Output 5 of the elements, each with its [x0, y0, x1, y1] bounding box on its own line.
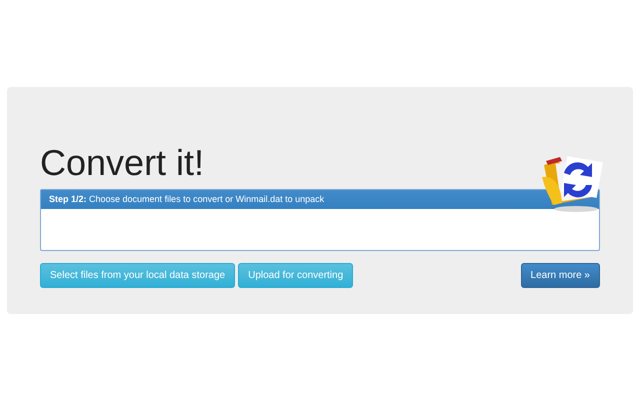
page-title: Convert it! [40, 143, 204, 185]
panel-heading: Step 1/2: Choose document files to convert or Winmail.dat to unpack [41, 190, 599, 209]
learn-more-button[interactable]: Learn more » [520, 263, 600, 288]
action-button[interactable]: Upload for converting [238, 263, 354, 288]
action-button[interactable]: Select files from your local data storage [40, 263, 236, 288]
